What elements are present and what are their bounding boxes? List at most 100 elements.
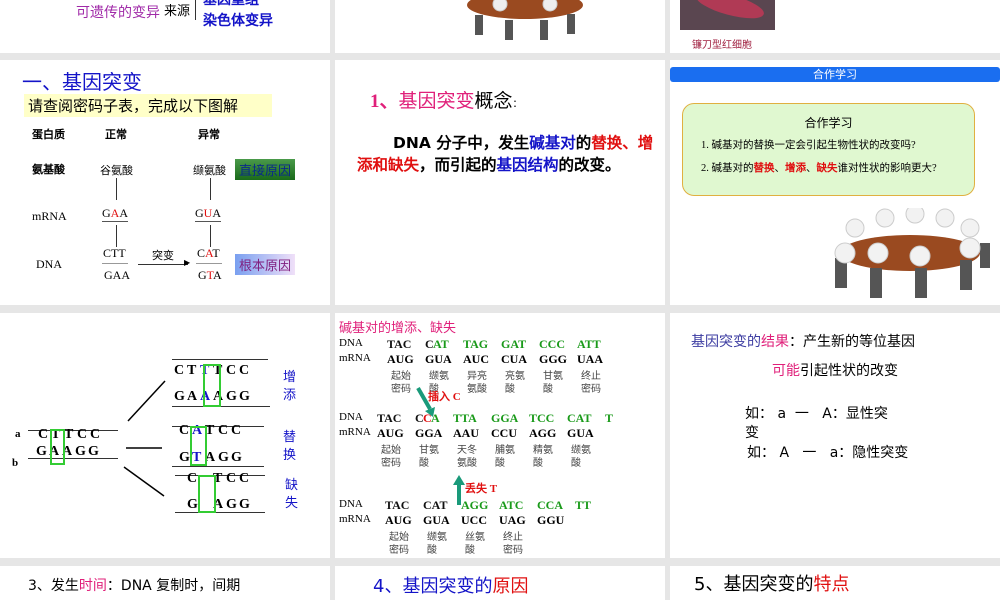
slide-insertion-deletion[interactable]: 碱基对的增添、缺失 DNA TAC C AT TAG GAT CCC ATT mRNA AUG GU… <box>335 313 665 558</box>
slide-mutation-types-diagram[interactable]: a b CTTCC GAAGG CTTTCC GAAAGG CATCC GTAG… <box>0 313 330 558</box>
sickle-cell-image <box>680 0 775 30</box>
sequence-token: TAG <box>463 337 489 351</box>
slide-mutation-cause[interactable]: 4、基因突变的原因 <box>335 566 665 600</box>
sequence-token: UAA <box>577 352 603 366</box>
label-abnormal: 异常 <box>198 129 220 141</box>
slide-gene-mutation-diagram[interactable]: 一、基因突变 请查阅密码子表，完成以下图解 蛋白质 正常 异常 氨基酸 谷氨酸 … <box>0 60 330 305</box>
base: T <box>64 427 77 442</box>
deletion-bottom-strand: G AGG <box>187 497 252 513</box>
base: C <box>239 363 253 378</box>
delete-arrow-icon <box>453 475 465 505</box>
sequence-token: 氨酸 <box>467 384 487 395</box>
dna-abnormal-top: CAT <box>197 246 220 260</box>
sequence-token: mRNA <box>339 352 371 364</box>
sequence-token: DNA <box>339 337 363 349</box>
instruction: 请查阅密码子表，完成以下图解 <box>24 94 272 117</box>
aa-abnormal: 缬氨酸 <box>193 165 226 177</box>
arrows <box>123 380 166 497</box>
slide-variation-sources[interactable]: 可遗传的变异 来源 基因重组 染色体变异 <box>0 0 330 53</box>
recessive-example: 如： A 一 a：隐性突变 <box>747 445 909 461</box>
mutation-label: 突变 <box>152 250 174 262</box>
base: G <box>174 389 188 404</box>
sequence-token: AUG <box>385 513 412 527</box>
sequence-token: mRNA <box>339 426 371 438</box>
question-1: 1. 碱基对的替换一定会引起生物性状的改变吗? <box>701 140 916 151</box>
sequence-token: TAC <box>387 337 412 351</box>
slide-title: 一、基因突变 <box>22 70 142 94</box>
coop-banner: 合作学习 <box>670 67 1000 82</box>
sequence-token: ATT <box>577 337 601 351</box>
sequence-token: 酸 <box>495 458 505 469</box>
substitution-top-strand: CATCC <box>179 423 244 439</box>
arrow-right-icon: ▶ <box>184 258 191 267</box>
sequence-token: mRNA <box>339 513 371 525</box>
label-amino-acid: 氨基酸 <box>32 164 65 176</box>
sequence-token: CCC <box>539 337 565 351</box>
base: G <box>36 444 50 459</box>
slide-mutation-features[interactable]: 5、基因突变的特点 <box>670 566 1000 600</box>
base: G <box>239 389 253 404</box>
slide-concept[interactable]: 1、基因突变概念： DNA 分子中，发生碱基对的替换、增添和缺失，而引起的基因结… <box>335 60 665 305</box>
base: T <box>187 363 200 378</box>
sequence-token: 酸 <box>571 458 581 469</box>
label-dna: DNA <box>36 257 62 271</box>
base: G <box>226 497 240 512</box>
base: C <box>218 423 232 438</box>
sequence-token: 氨酸 <box>457 458 477 469</box>
concept-definition: DNA 分子中，发生碱基对的替换、增添和缺失，而引起的基因结构的改变。 <box>357 134 654 174</box>
base: C <box>90 427 104 442</box>
slide-cooperative-learning[interactable]: 合作学习 合作学习 1. 碱基对的替换一定会引起生物性状的改变吗? 2. 碱基对… <box>670 60 1000 305</box>
aa-normal: 谷氨酸 <box>100 165 133 177</box>
base: C <box>231 423 245 438</box>
dna-abnormal-bottom: GTA <box>198 268 222 282</box>
sequence-token: 酸 <box>427 545 437 556</box>
sequence-token: 密码 <box>389 545 409 556</box>
substitution-bottom-strand: GTAGG <box>179 450 244 466</box>
sequence-token: CCU <box>491 426 517 440</box>
deletion-top-strand: C TCC <box>187 471 252 487</box>
base: G <box>218 450 232 465</box>
sequence-token: AT <box>433 337 449 351</box>
label-protein: 蛋白质 <box>32 129 65 141</box>
slide-sickle-cell[interactable]: 镰刀型红细胞 <box>670 0 1000 53</box>
dna-normal-top: CTT <box>103 246 126 260</box>
base: G <box>231 450 245 465</box>
sequence-token: 密码 <box>381 458 401 469</box>
direct-cause-label: 直接原因 <box>235 159 296 180</box>
sequence-token: 密码 <box>503 545 523 556</box>
source-label: 来源 <box>164 4 191 19</box>
features-title: 5、基因突变的特点 <box>694 574 850 595</box>
slide-mutation-result[interactable]: 基因突变的结果：产生新的等位基因 可能引起性状的改变 如： a 一 A：显性突 … <box>670 313 1000 558</box>
sequence-token: 密码 <box>581 384 601 395</box>
sequence-token: CUA <box>501 352 527 366</box>
base: G <box>239 497 253 512</box>
label-normal: 正常 <box>105 129 127 141</box>
base: C <box>226 471 240 486</box>
insertion-label: 增添 <box>283 369 297 402</box>
original-bottom-strand: GAAGG <box>36 444 101 460</box>
sequence-token: 酸 <box>533 458 543 469</box>
sequence-token: ATC <box>499 498 524 512</box>
sequence-token: AGG <box>461 498 489 512</box>
sequence-token: TCC <box>529 411 555 425</box>
sequence-token: GUA <box>567 426 594 440</box>
dominant-example: 如： a 一 A：显性突 <box>745 406 888 422</box>
box-title: 合作学习 <box>804 116 853 130</box>
sequence-token: AAU <box>453 426 479 440</box>
question-2: 2. 碱基对的替换、增添、缺失谁对性状的影响更大? <box>701 163 937 174</box>
base: A <box>187 389 201 404</box>
sequence-token: AUC <box>463 352 489 366</box>
base: C <box>174 363 188 378</box>
slide-discussion-image[interactable] <box>335 0 665 53</box>
sequence-token: GAT <box>501 337 527 351</box>
sequence-token: T <box>605 411 614 425</box>
base: C <box>226 363 240 378</box>
sequence-token: 酸 <box>465 545 475 556</box>
sequence-token: GUA <box>423 513 450 527</box>
gene-recombination: 基因重组 <box>203 0 259 8</box>
slide-occurrence-time[interactable]: 3、发生时间：DNA 复制时，间期 <box>0 566 330 600</box>
time-line: 3、发生时间：DNA 复制时，间期 <box>28 578 241 594</box>
dominant-example-wrap: 变 <box>745 425 759 441</box>
sequence-token: GGA <box>415 426 443 440</box>
sequence-token: UCC <box>461 513 487 527</box>
